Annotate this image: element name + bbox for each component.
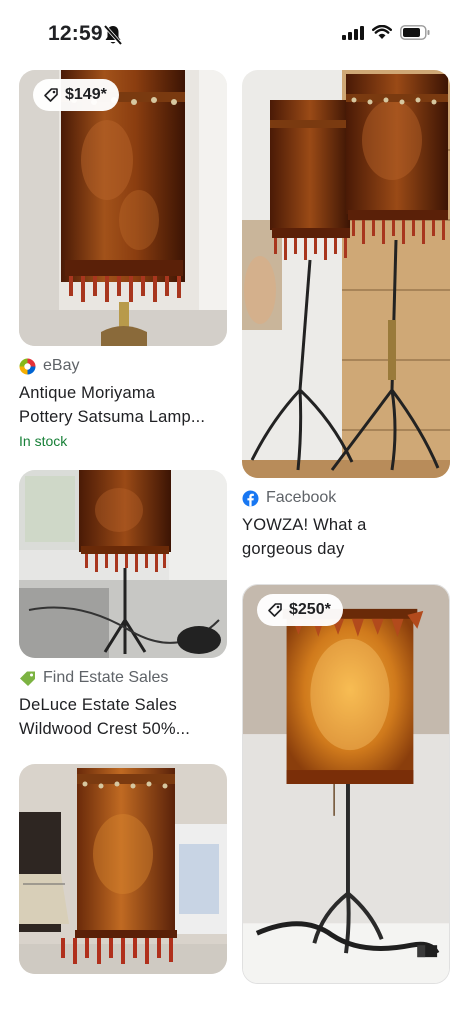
price-badge: $250* [257, 594, 343, 626]
status-time: 12:59 [48, 22, 103, 45]
product-image[interactable]: $250* [242, 584, 450, 984]
price-text: $149* [65, 86, 107, 103]
product-image[interactable] [19, 470, 227, 658]
wifi-icon [372, 24, 392, 45]
source-name: Facebook [266, 489, 337, 506]
source-row: eBay [19, 356, 227, 376]
result-title-line: Antique Moriyama [19, 384, 156, 402]
source-row: Facebook [242, 488, 450, 508]
result-card-facebook[interactable]: Facebook YOWZA! What a gorgeous day [242, 70, 450, 561]
product-image[interactable] [242, 70, 450, 478]
result-card-ebay[interactable]: $149* eBay Antique Moriyama Pottery Sats… [19, 70, 227, 449]
status-icons [342, 24, 430, 45]
result-title-line: gorgeous day [242, 540, 345, 558]
product-image[interactable] [19, 764, 227, 974]
result-title[interactable]: Antique Moriyama Pottery Satsuma Lamp... [19, 381, 227, 429]
price-text: $250* [289, 601, 331, 618]
ebay-icon [19, 358, 36, 375]
result-card-image[interactable] [19, 764, 227, 974]
bell-slash-icon [103, 24, 123, 46]
result-title-line: Wildwood Crest 50%... [19, 720, 191, 738]
result-title[interactable]: DeLuce Estate Sales Wildwood Crest 50%..… [19, 693, 227, 741]
result-card-price[interactable]: $250* [242, 584, 450, 984]
facebook-icon [242, 490, 259, 507]
stock-status: In stock [19, 433, 68, 449]
tag-icon [19, 670, 36, 687]
status-bar: 12:59 [0, 0, 470, 70]
source-row: Find Estate Sales [19, 668, 227, 688]
product-image[interactable]: $149* [19, 70, 227, 346]
price-badge: $149* [33, 79, 119, 111]
source-name: Find Estate Sales [43, 669, 169, 686]
result-title[interactable]: YOWZA! What a gorgeous day [242, 513, 450, 561]
result-title-line: YOWZA! What a [242, 516, 367, 534]
result-card-estate-sales[interactable]: Find Estate Sales DeLuce Estate Sales Wi… [19, 470, 227, 741]
battery-icon [400, 25, 430, 45]
price-tag-icon [267, 602, 283, 618]
price-tag-icon [43, 87, 59, 103]
cellular-signal-icon [342, 25, 364, 45]
source-name: eBay [43, 357, 80, 374]
result-title-line: Pottery Satsuma Lamp... [19, 408, 206, 426]
result-title-line: DeLuce Estate Sales [19, 696, 177, 714]
